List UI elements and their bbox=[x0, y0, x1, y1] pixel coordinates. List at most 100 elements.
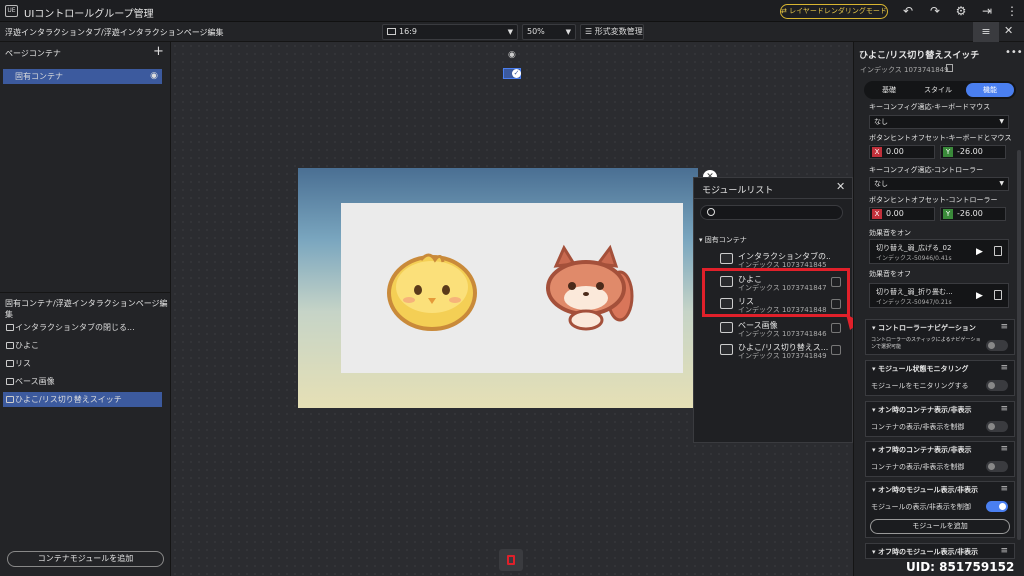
sound-name: 切り替え_弱_折り畳む... bbox=[876, 288, 953, 296]
trash-icon[interactable] bbox=[994, 246, 1002, 256]
add-page-container-icon[interactable]: + bbox=[153, 44, 164, 59]
section-title: コントローラーナビゲーション bbox=[877, 324, 976, 332]
toggle-knob bbox=[988, 463, 995, 470]
properties-index: インデックス 1073741849 bbox=[860, 66, 949, 74]
drag-handle-icon[interactable]: ≡ bbox=[1000, 444, 1008, 454]
undo-icon[interactable]: ↶ bbox=[900, 3, 916, 19]
play-icon[interactable]: ▶ bbox=[976, 291, 983, 301]
section-controller-navigation: ▾ コントローラーナビゲーション ≡ コントローラーのスティックによるナビゲーシ… bbox=[865, 319, 1015, 355]
aspect-ratio-select[interactable]: 16:9 ▼ bbox=[382, 24, 518, 40]
chick-image[interactable] bbox=[383, 250, 481, 332]
more-icon[interactable]: ••• bbox=[1005, 47, 1023, 58]
module-item-switch[interactable]: ひよこ/リス切り替えス... インデックス 1073741849 bbox=[698, 340, 848, 361]
tab-basic[interactable]: 基礎 bbox=[866, 83, 912, 97]
add-module-button[interactable]: モジュールを追加 bbox=[870, 519, 1010, 534]
hint-offset-controller-x-input[interactable]: X 0.00 bbox=[869, 207, 935, 221]
tree-item-chick[interactable]: ひよこ bbox=[3, 338, 162, 353]
tree-item-switch[interactable]: ひよこ/リス切り替えスイッチ bbox=[3, 392, 162, 407]
play-icon[interactable]: ▶ bbox=[976, 247, 983, 257]
key-config-keyboard-select[interactable]: なし ▼ bbox=[869, 115, 1009, 129]
tree-item-label: リス bbox=[15, 359, 31, 368]
switch-anchor-widget[interactable]: ✓ bbox=[503, 68, 521, 79]
module-item-close-tab[interactable]: インタラクションタブの... インデックス 1073741845 bbox=[698, 249, 848, 270]
page-item-fixed-container[interactable]: 固有コンテナ ◉ bbox=[3, 69, 162, 84]
editor-toolbar: 浮遊インタラクションタブ/浮遊インタラクションページ編集 16:9 ▼ 50% … bbox=[0, 22, 1024, 42]
section-header[interactable]: ▾ モジュール状態モニタリング bbox=[872, 364, 968, 374]
section-module-visibility-off: ▾ オフ時のモジュール表示/非表示 ≡ bbox=[865, 543, 1015, 559]
module-monitoring-toggle[interactable] bbox=[986, 380, 1008, 391]
tree-item-close-tab[interactable]: インタラクションタブの閉じる... bbox=[3, 320, 162, 335]
copy-icon[interactable] bbox=[946, 64, 953, 72]
anchor-pin-icon[interactable]: ◉ bbox=[508, 50, 516, 60]
hint-offset-keyboard-label: ボタンヒントオフセット-キーボードとマウス bbox=[869, 134, 1012, 142]
monitor-icon bbox=[387, 28, 396, 35]
section-title: オフ時のモジュール表示/非表示 bbox=[877, 548, 979, 556]
hint-offset-keyboard-y-input[interactable]: Y -26.00 bbox=[940, 145, 1006, 159]
switch-icon bbox=[6, 396, 14, 403]
section-description: コンテナの表示/非表示を制御 bbox=[871, 423, 965, 431]
drag-handle-icon[interactable]: ≡ bbox=[1000, 484, 1008, 494]
image-icon bbox=[6, 360, 14, 367]
module-visibility-on-toggle[interactable] bbox=[986, 501, 1008, 512]
section-header[interactable]: ▾ オン時のモジュール表示/非表示 bbox=[872, 485, 978, 495]
section-header[interactable]: ▾ オン時のコンテナ表示/非表示 bbox=[872, 405, 972, 415]
left-panel: ページコンテナ + 固有コンテナ ◉ 固有コンテナ/浮遊インタラクションページ編… bbox=[0, 42, 171, 576]
drag-handle-icon[interactable]: ≡ bbox=[1000, 404, 1008, 414]
module-item-base-image[interactable]: ベース画像 インデックス 1073741846 bbox=[698, 318, 848, 339]
tab-style[interactable]: スタイル bbox=[915, 83, 961, 97]
trash-icon[interactable] bbox=[994, 290, 1002, 300]
key-config-controller-select[interactable]: なし ▼ bbox=[869, 177, 1009, 191]
tree-item-base-image[interactable]: ベース画像 bbox=[3, 374, 162, 389]
close-icon[interactable]: ✕ bbox=[836, 180, 845, 193]
container-visibility-off-toggle[interactable] bbox=[986, 461, 1008, 472]
app-logo-icon: UE bbox=[5, 5, 18, 17]
module-group-label: 固有コンテナ bbox=[704, 236, 747, 244]
close-icon[interactable]: ✕ bbox=[1004, 24, 1013, 37]
sound-off-field[interactable]: 切り替え_弱_折り畳む... インデックス-50947/0.21s ▶ bbox=[869, 283, 1009, 308]
squirrel-image[interactable] bbox=[542, 244, 634, 332]
add-container-module-button[interactable]: コンテナモジュールを追加 bbox=[7, 551, 164, 567]
hint-offset-keyboard-x-input[interactable]: X 0.00 bbox=[869, 145, 935, 159]
gear-icon[interactable]: ⚙ bbox=[953, 3, 969, 19]
redo-icon[interactable]: ↷ bbox=[927, 3, 943, 19]
image-icon bbox=[6, 378, 14, 385]
y-axis-tag: Y bbox=[943, 147, 953, 157]
exit-icon[interactable]: ⇥ bbox=[979, 3, 995, 19]
drag-handle-icon[interactable]: ≡ bbox=[1000, 322, 1008, 332]
delete-button[interactable] bbox=[499, 549, 523, 571]
zoom-select[interactable]: 50% ▼ bbox=[522, 24, 576, 40]
page-container-title: ページコンテナ bbox=[5, 49, 61, 58]
module-checkbox[interactable] bbox=[831, 323, 841, 333]
x-axis-tag: X bbox=[872, 147, 882, 157]
module-search-input[interactable] bbox=[700, 205, 843, 220]
controller-navigation-toggle[interactable] bbox=[986, 340, 1008, 351]
module-group-header[interactable]: ▾ 固有コンテナ bbox=[699, 235, 747, 245]
layered-rendering-mode-button[interactable]: ⇄ レイヤードレンダリングモード bbox=[780, 4, 888, 19]
properties-panel-toggle-icon[interactable]: ≡ bbox=[973, 22, 999, 42]
hint-offset-controller-y-input[interactable]: Y -26.00 bbox=[940, 207, 1006, 221]
section-header[interactable]: ▾ オフ時のモジュール表示/非表示 bbox=[872, 547, 978, 557]
section-description: コンテナの表示/非表示を制御 bbox=[871, 463, 965, 471]
module-index: インデックス 1073741849 bbox=[738, 352, 827, 360]
scrollbar[interactable] bbox=[1017, 150, 1021, 540]
drag-handle-icon[interactable]: ≡ bbox=[1000, 546, 1008, 556]
module-checkbox[interactable] bbox=[831, 345, 841, 355]
tree-item-squirrel[interactable]: リス bbox=[3, 356, 162, 371]
section-header[interactable]: ▾ コントローラーナビゲーション bbox=[872, 323, 976, 333]
tab-function[interactable]: 機能 bbox=[966, 83, 1014, 97]
section-title: オン時のコンテナ表示/非表示 bbox=[877, 406, 972, 414]
eye-icon[interactable]: ◉ bbox=[150, 69, 158, 84]
sound-on-field[interactable]: 切り替え_弱_広げる_02 インデックス-50946/0.41s ▶ bbox=[869, 239, 1009, 264]
drag-handle-icon[interactable]: ≡ bbox=[1000, 363, 1008, 373]
toggle-knob bbox=[988, 342, 995, 349]
container-visibility-on-toggle[interactable] bbox=[986, 421, 1008, 432]
tree-item-label: ベース画像 bbox=[15, 377, 55, 386]
divider bbox=[693, 198, 853, 199]
toggle-knob bbox=[988, 382, 995, 389]
section-module-monitoring: ▾ モジュール状態モニタリング ≡ モジュールをモニタリングする bbox=[865, 360, 1015, 396]
tree-item-label: ひよこ/リス切り替えスイッチ bbox=[15, 395, 122, 404]
sound-name: 切り替え_弱_広げる_02 bbox=[876, 244, 952, 252]
section-header[interactable]: ▾ オフ時のコンテナ表示/非表示 bbox=[872, 445, 972, 455]
format-variables-button[interactable]: ☰ 形式変数管理 bbox=[580, 24, 644, 40]
window-menu-icon[interactable]: ⋮ bbox=[1004, 3, 1020, 19]
